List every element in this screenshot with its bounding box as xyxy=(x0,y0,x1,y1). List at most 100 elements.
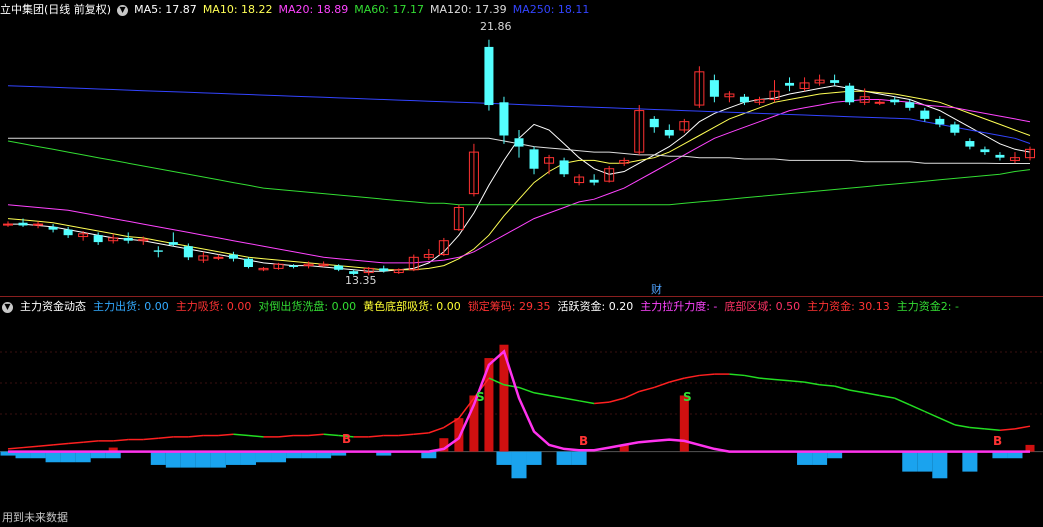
lock-chips-line xyxy=(548,394,565,399)
lock-chips-line xyxy=(563,397,580,402)
candle-body-up xyxy=(33,223,44,226)
outflow-bar xyxy=(75,451,91,463)
low-price-label: 13.35 xyxy=(345,274,377,287)
indicator-name[interactable]: 主力资金动态 xyxy=(20,298,86,316)
indicator-header: ▼ 主力资金动态 主力出货: 0.00 主力吸货: 0.00 对倒出货洗盘: 0… xyxy=(0,298,959,316)
candle-body-down xyxy=(63,229,73,236)
lock-chips-line xyxy=(398,433,414,437)
price-and-indicator-chart[interactable] xyxy=(0,0,1043,527)
lock-chips-line xyxy=(368,434,384,438)
candle-body-down xyxy=(168,242,178,245)
candle-body-down xyxy=(499,102,509,136)
candle-body-down xyxy=(905,102,915,108)
lock-chips-line xyxy=(428,426,445,434)
low-price-value: 13.35 xyxy=(345,274,377,287)
lock-chips-line xyxy=(158,436,174,439)
candle-body-down xyxy=(153,250,163,252)
candle-body-down xyxy=(739,96,749,103)
lock-chips-line xyxy=(639,386,655,393)
lock-chips-line xyxy=(413,432,429,435)
lock-chips-line xyxy=(113,438,129,442)
outflow-bar xyxy=(496,451,512,465)
indicator-item-1: 主力吸货: 0.00 xyxy=(175,300,252,313)
candle-body-down xyxy=(228,254,238,259)
high-price-value: 21.86 xyxy=(480,20,512,33)
lock-chips-line xyxy=(518,386,535,394)
ma20-line xyxy=(7,99,1031,264)
outflow-bar xyxy=(797,451,813,465)
lock-chips-line xyxy=(143,437,159,441)
lock-chips-line xyxy=(759,377,775,381)
finance-marker-icon[interactable]: 财 xyxy=(651,281,662,297)
candle-body-down xyxy=(243,258,253,268)
buy-marker: B xyxy=(342,432,352,446)
outflow-bar xyxy=(255,451,272,463)
indicator-item-5: 活跃资金: 0.20 xyxy=(557,300,634,313)
lock-chips-line xyxy=(879,394,895,399)
candle-body-down xyxy=(379,268,389,272)
candle-body-down xyxy=(950,124,960,133)
outflow-bar xyxy=(932,451,948,479)
lock-chips-line xyxy=(218,433,234,437)
candle-body-down xyxy=(709,80,719,97)
candle-body-down xyxy=(664,129,674,136)
indicator-item-8: 主力资金: 30.13 xyxy=(807,300,890,313)
outflow-bar xyxy=(812,451,828,465)
lock-chips-line xyxy=(533,392,550,397)
outflow-bar xyxy=(556,451,572,465)
lock-chips-line xyxy=(999,428,1016,431)
outflow-bar xyxy=(210,451,226,468)
outflow-bar xyxy=(165,451,181,468)
chevron-down-icon[interactable]: ▼ xyxy=(2,301,13,313)
outflow-bar xyxy=(45,451,61,463)
lock-chips-line xyxy=(939,417,956,426)
candle-body-down xyxy=(830,80,840,83)
outflow-bar xyxy=(150,451,166,465)
buy-marker: B xyxy=(579,434,589,448)
lock-chips-line xyxy=(684,374,700,379)
lock-chips-line xyxy=(819,384,835,387)
candle-body-up xyxy=(874,101,885,104)
indicator-item-0: 主力出货: 0.00 xyxy=(93,300,169,313)
outflow-bar xyxy=(60,451,76,463)
lock-chips-line xyxy=(594,401,610,405)
lock-chips-line xyxy=(1014,425,1031,430)
candle-body-down xyxy=(785,82,795,86)
indicator-item-3: 黄色底部吸货: 0.00 xyxy=(363,300,461,313)
lock-chips-line xyxy=(744,374,760,379)
lock-chips-line xyxy=(864,392,880,397)
indicator-item-2: 对倒出货洗盘: 0.00 xyxy=(258,300,357,313)
outflow-bar xyxy=(917,451,933,472)
candle-body-down xyxy=(48,226,58,230)
candle-body-down xyxy=(93,235,103,243)
candle-body-down xyxy=(589,179,599,183)
inflow-bar xyxy=(454,418,464,452)
outflow-bar xyxy=(195,451,211,468)
candle-body-down xyxy=(845,85,855,103)
candle-body-down xyxy=(123,237,133,241)
candle-body-down xyxy=(183,246,193,258)
lock-chips-line xyxy=(729,373,745,377)
future-data-note: 用到未来数据 xyxy=(2,511,68,524)
lock-chips-line xyxy=(909,404,926,413)
candle-body-down xyxy=(649,118,659,128)
candle-body-down xyxy=(890,99,900,103)
candle-body-down xyxy=(289,265,299,268)
sell-marker: S xyxy=(476,390,485,404)
lock-chips-line xyxy=(984,428,1001,431)
lock-chips-line xyxy=(954,424,971,429)
candle-body-down xyxy=(559,160,569,175)
outflow-bar xyxy=(902,451,918,472)
indicator-item-6: 主力拉升力度: - xyxy=(640,300,718,313)
buy-marker: B xyxy=(993,434,1003,448)
indicator-item-9: 主力资金2: - xyxy=(896,300,959,313)
outflow-bar xyxy=(240,451,256,465)
candle-body-up xyxy=(2,223,14,226)
outflow-bar xyxy=(571,451,587,465)
lock-chips-line xyxy=(578,400,595,405)
lock-chips-line xyxy=(22,445,39,449)
lock-chips-line xyxy=(849,389,865,394)
lock-chips-line xyxy=(789,380,805,383)
lock-chips-line xyxy=(774,378,790,382)
outflow-bar xyxy=(225,451,241,465)
